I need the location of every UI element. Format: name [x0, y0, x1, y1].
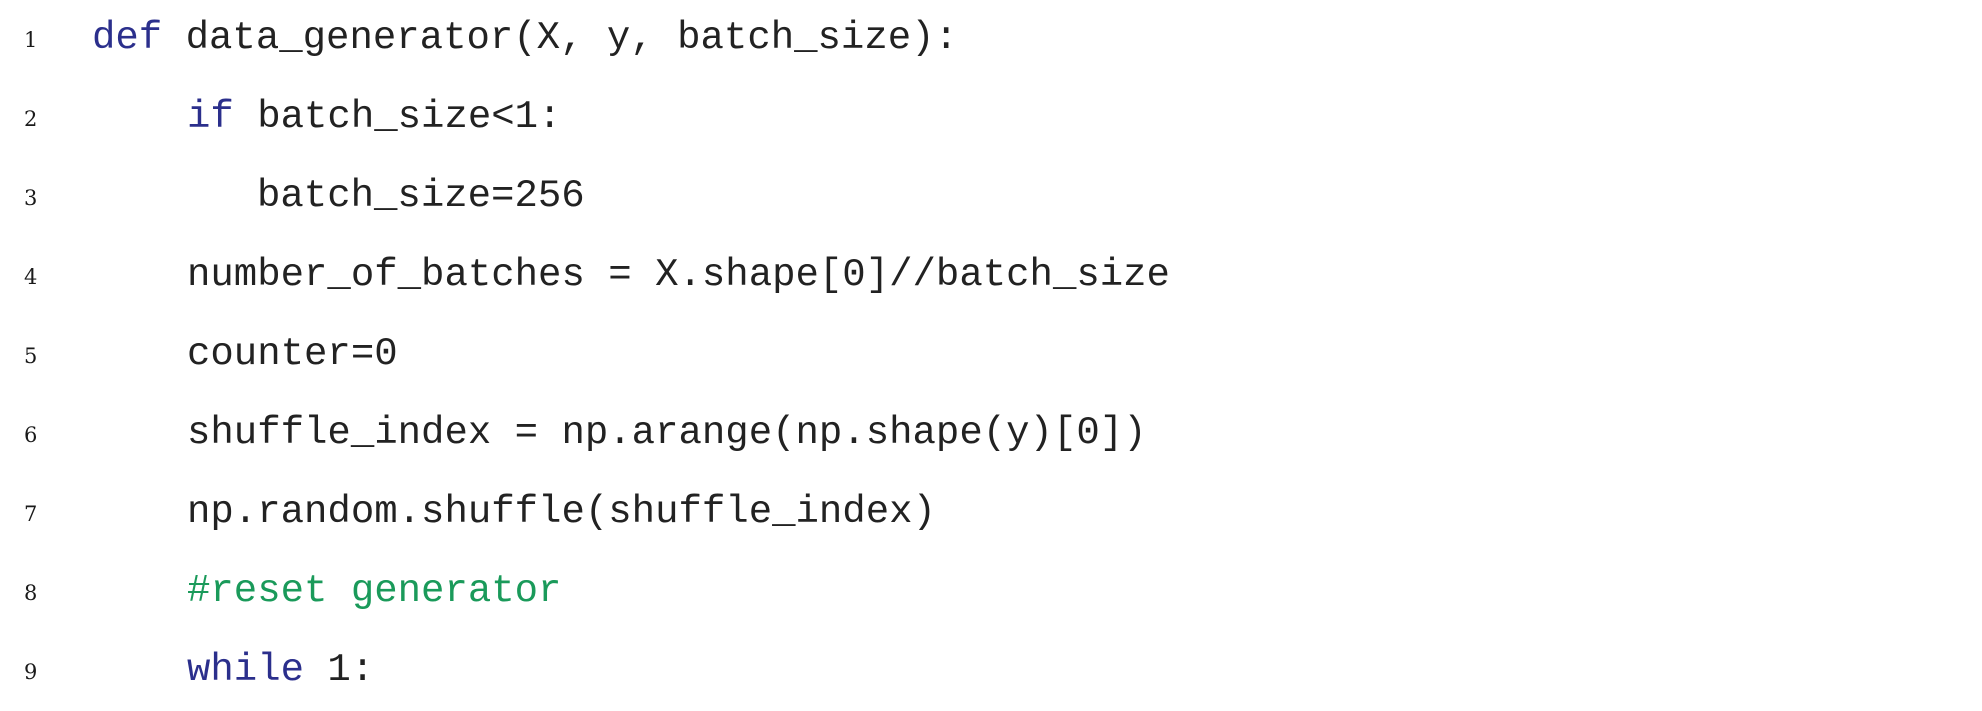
code-line-3: 3 batch_size=256	[0, 158, 1982, 237]
code-token: np.random.shuffle(shuffle_index)	[187, 490, 936, 534]
code-token: batch_size<1:	[233, 95, 562, 139]
code-text: def data_generator(X, y, batch_size):	[92, 18, 958, 58]
code-line-2: 2 if batch_size<1:	[0, 79, 1982, 158]
code-line-8: 8 #reset generator	[0, 553, 1982, 632]
keyword: if	[187, 95, 234, 139]
code-line-1: 1 def data_generator(X, y, batch_size):	[0, 0, 1982, 79]
code-text: counter=0	[187, 334, 398, 374]
code-line-4: 4 number_of_batches = X.shape[0]//batch_…	[0, 237, 1982, 316]
code-token: shuffle_index = np.arange(np.shape(y)[0]…	[187, 411, 1147, 455]
code-comment: #reset generator	[187, 569, 562, 613]
code-token: counter=0	[187, 332, 398, 376]
line-number: 1	[24, 28, 38, 52]
line-number: 8	[24, 581, 38, 605]
code-line-6: 6 shuffle_index = np.arange(np.shape(y)[…	[0, 395, 1982, 474]
code-token: batch_size=256	[257, 174, 585, 218]
code-line-7: 7 np.random.shuffle(shuffle_index)	[0, 474, 1982, 553]
code-token: 1:	[304, 648, 375, 692]
keyword: def	[92, 16, 163, 60]
code-listing: 1 def data_generator(X, y, batch_size): …	[0, 0, 1982, 710]
line-number: 5	[24, 344, 38, 368]
code-line-5: 5 counter=0	[0, 316, 1982, 395]
line-number: 6	[24, 423, 38, 447]
code-text: #reset generator	[187, 571, 561, 611]
code-text: shuffle_index = np.arange(np.shape(y)[0]…	[187, 413, 1147, 453]
line-number: 4	[24, 265, 38, 289]
code-text: np.random.shuffle(shuffle_index)	[187, 492, 936, 532]
line-number: 7	[24, 502, 38, 526]
code-text: while 1:	[187, 650, 374, 690]
keyword: while	[187, 648, 305, 692]
line-number: 3	[24, 186, 38, 210]
code-line-9: 9 while 1:	[0, 632, 1982, 711]
line-number: 9	[24, 660, 38, 684]
code-text: batch_size=256	[257, 176, 585, 216]
code-text: if batch_size<1:	[187, 97, 561, 137]
code-token: number_of_batches = X.shape[0]//batch_si…	[187, 253, 1170, 297]
line-number: 2	[24, 107, 38, 131]
code-token: data_generator(X, y, batch_size):	[162, 16, 958, 60]
code-text: number_of_batches = X.shape[0]//batch_si…	[187, 255, 1170, 295]
